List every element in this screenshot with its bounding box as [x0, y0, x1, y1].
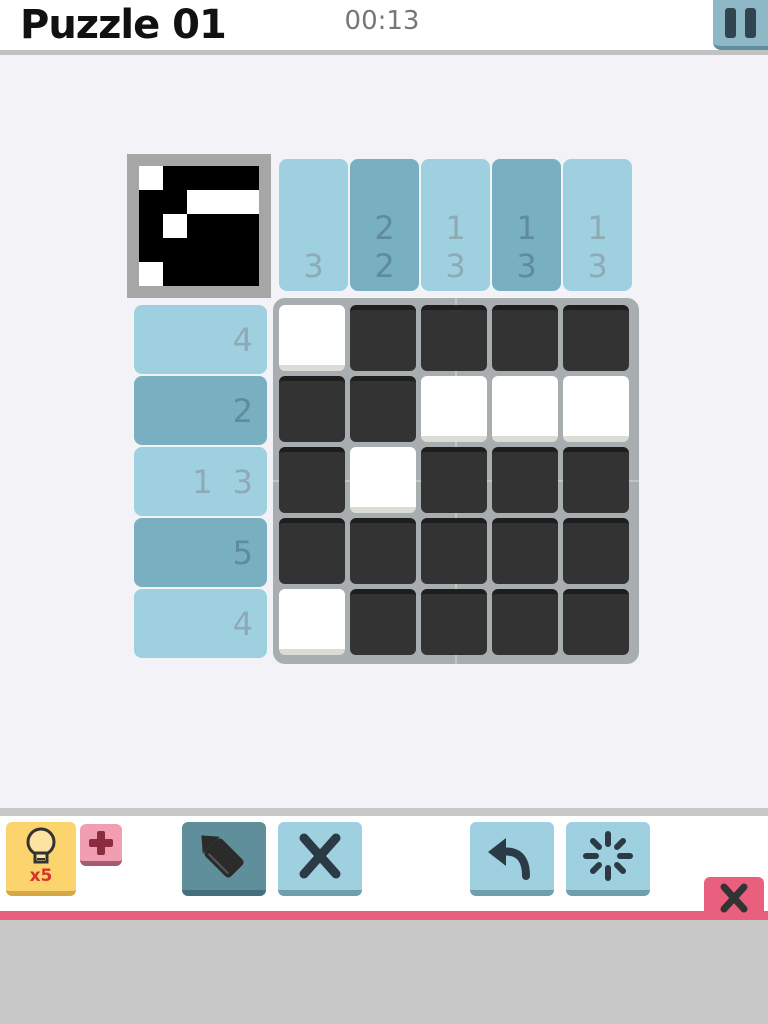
grid-cell[interactable] — [350, 518, 416, 584]
row-clue-5: 4 — [134, 589, 267, 658]
reset-spinner-icon — [583, 831, 633, 881]
preview-pixel — [163, 166, 187, 190]
pause-icon — [725, 8, 736, 38]
grid-cell[interactable] — [421, 376, 487, 442]
clue-number: 1 — [192, 462, 213, 501]
preview-pixel — [139, 166, 163, 190]
undo-icon — [488, 838, 530, 880]
column-clue-1: 3 — [279, 159, 348, 291]
grid-cell[interactable] — [279, 305, 345, 371]
clue-number: 1 — [587, 209, 608, 247]
clue-number: 4 — [232, 320, 253, 359]
puzzle-title: Puzzle 01 — [20, 2, 227, 48]
preview-pixel — [139, 238, 163, 262]
row-clue-3: 13 — [134, 447, 267, 516]
clue-number: 1 — [445, 209, 466, 247]
grid-cell[interactable] — [492, 305, 558, 371]
hint-button[interactable]: x5 — [6, 822, 76, 896]
add-hints-button[interactable] — [80, 824, 122, 866]
preview-pixel — [235, 262, 259, 286]
pencil-icon — [201, 835, 244, 878]
column-clue-4: 13 — [492, 159, 561, 291]
grid-cell[interactable] — [350, 305, 416, 371]
grid-cell[interactable] — [563, 305, 629, 371]
preview-pixel — [211, 238, 235, 262]
grid-cell[interactable] — [563, 518, 629, 584]
close-button[interactable] — [704, 877, 764, 919]
clue-number: 2 — [374, 209, 395, 247]
progress-bar — [0, 911, 768, 920]
column-clue-5: 13 — [563, 159, 632, 291]
pencil-mode-button[interactable] — [182, 822, 266, 896]
top-bar: Puzzle 01 00:13 — [0, 0, 768, 55]
preview-pixel — [211, 190, 235, 214]
clue-number: 3 — [232, 462, 253, 501]
undo-button[interactable] — [470, 822, 554, 896]
preview-pixel — [139, 262, 163, 286]
grid-cell[interactable] — [492, 589, 558, 655]
preview-pixel — [139, 190, 163, 214]
row-clue-4: 5 — [134, 518, 267, 587]
cross-mode-button[interactable] — [278, 822, 362, 896]
preview-pixel — [163, 190, 187, 214]
puzzle-grid — [273, 298, 639, 664]
clue-number: 3 — [445, 247, 466, 285]
row-clue-2: 2 — [134, 376, 267, 445]
preview-pixel — [163, 238, 187, 262]
grid-cell[interactable] — [350, 447, 416, 513]
column-clue-2: 22 — [350, 159, 419, 291]
clue-number: 4 — [232, 604, 253, 643]
grid-cell[interactable] — [421, 447, 487, 513]
preview-pixel — [163, 214, 187, 238]
preview-pixel — [235, 238, 259, 262]
row-clue-1: 4 — [134, 305, 267, 374]
reset-button[interactable] — [566, 822, 650, 896]
preview-pixel — [211, 166, 235, 190]
preview-pixel — [187, 166, 211, 190]
grid-cell[interactable] — [563, 447, 629, 513]
clue-number: 3 — [516, 247, 537, 285]
timer: 00:13 — [344, 6, 420, 36]
preview-pixel — [139, 214, 163, 238]
preview-pixel — [187, 214, 211, 238]
grid-cell[interactable] — [492, 376, 558, 442]
plus-icon — [89, 831, 113, 855]
grid-cell[interactable] — [279, 447, 345, 513]
clue-number: 2 — [232, 391, 253, 430]
grid-cell[interactable] — [563, 589, 629, 655]
bottom-panel — [0, 920, 768, 1024]
clue-number: 3 — [303, 247, 324, 285]
preview-pixel — [235, 214, 259, 238]
clue-number: 3 — [587, 247, 608, 285]
cross-mark-icon — [299, 833, 341, 879]
hint-count: x5 — [29, 866, 53, 886]
lightbulb-icon — [26, 827, 56, 864]
preview-pixel — [187, 190, 211, 214]
grid-cell[interactable] — [421, 305, 487, 371]
preview-pixel — [211, 214, 235, 238]
grid-cell[interactable] — [563, 376, 629, 442]
column-clue-3: 13 — [421, 159, 490, 291]
grid-cell[interactable] — [350, 376, 416, 442]
preview-pixel — [235, 166, 259, 190]
pause-button[interactable] — [713, 0, 768, 50]
grid-cell[interactable] — [279, 589, 345, 655]
grid-cell[interactable] — [492, 518, 558, 584]
clue-number: 2 — [374, 247, 395, 285]
solution-preview — [127, 154, 271, 298]
clue-number: 5 — [232, 533, 253, 572]
grid-cell[interactable] — [492, 447, 558, 513]
grid-cell[interactable] — [421, 518, 487, 584]
preview-pixel — [187, 262, 211, 286]
preview-pixel — [163, 262, 187, 286]
preview-pixel — [235, 190, 259, 214]
grid-cell[interactable] — [279, 518, 345, 584]
grid-cell[interactable] — [421, 589, 487, 655]
clue-number: 1 — [516, 209, 537, 247]
preview-pixel — [187, 238, 211, 262]
preview-pixel — [211, 262, 235, 286]
close-icon — [720, 883, 748, 913]
grid-cell[interactable] — [279, 376, 345, 442]
grid-cell[interactable] — [350, 589, 416, 655]
